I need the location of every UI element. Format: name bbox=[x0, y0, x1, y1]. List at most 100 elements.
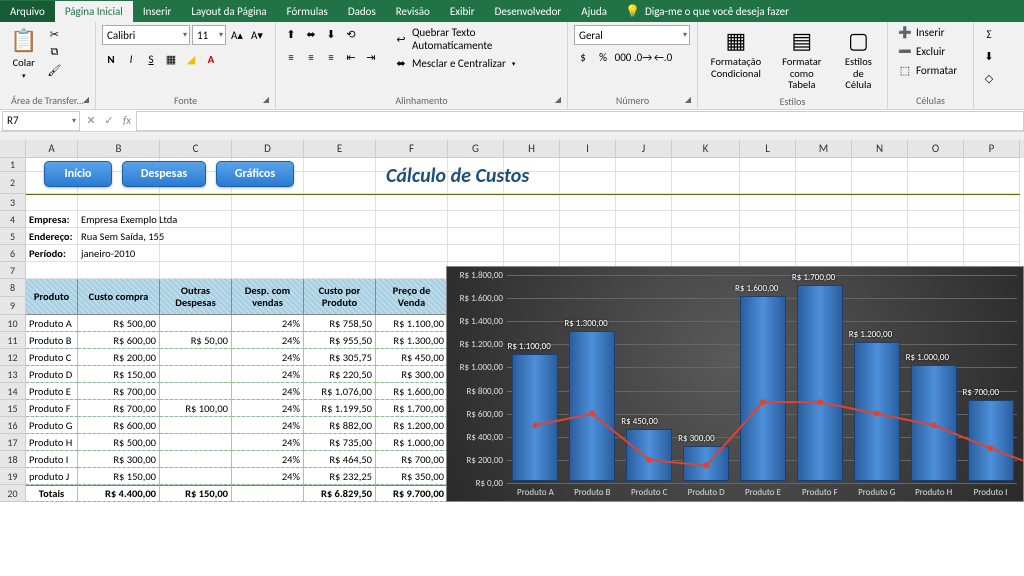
col-header-N[interactable]: N bbox=[852, 140, 908, 158]
table-cell-r0-c3[interactable]: 24% bbox=[232, 315, 304, 332]
cell-N3[interactable] bbox=[852, 194, 908, 211]
table-cell-r2-c3[interactable]: 24% bbox=[232, 349, 304, 366]
col-header-M[interactable]: M bbox=[796, 140, 852, 158]
chart[interactable]: R$ 0,00R$ 200,00R$ 400,00R$ 600,00R$ 800… bbox=[446, 266, 1024, 502]
table-cell-r9-c4[interactable]: R$ 232,25 bbox=[304, 468, 376, 485]
table-cell-r7-c2[interactable] bbox=[160, 434, 232, 451]
row-header-1[interactable]: 1 bbox=[0, 158, 26, 172]
table-cell-r7-c3[interactable]: 24% bbox=[232, 434, 304, 451]
col-header-L[interactable]: L bbox=[740, 140, 796, 158]
cell-P2[interactable] bbox=[964, 172, 1020, 194]
table-cell-r8-c2[interactable] bbox=[160, 451, 232, 468]
table-cell-r4-c4[interactable]: R$ 1.076,00 bbox=[304, 383, 376, 400]
row-header-5[interactable]: 5 bbox=[0, 228, 26, 245]
info-value-1[interactable]: Rua Sem Saída, 155 bbox=[78, 228, 376, 245]
table-cell-r3-c0[interactable]: Produto D bbox=[26, 366, 78, 383]
cells-area[interactable]: InícioDespesasGráficosCálculo de CustosE… bbox=[26, 158, 1024, 502]
table-cell-r5-c3[interactable]: 24% bbox=[232, 400, 304, 417]
table-cell-r5-c4[interactable]: R$ 1.199,50 bbox=[304, 400, 376, 417]
row-header-19[interactable]: 19 bbox=[0, 468, 26, 485]
table-cell-r5-c0[interactable]: Produto F bbox=[26, 400, 78, 417]
table-total-2[interactable]: R$ 150,00 bbox=[160, 485, 232, 502]
percent-button[interactable]: % bbox=[594, 48, 612, 66]
table-cell-r8-c1[interactable]: R$ 300,00 bbox=[78, 451, 160, 468]
table-cell-r1-c5[interactable]: R$ 1.300,00 bbox=[376, 332, 448, 349]
number-format-combo[interactable]: Geral bbox=[574, 25, 690, 45]
cell-P3[interactable] bbox=[964, 194, 1020, 211]
col-header-J[interactable]: J bbox=[616, 140, 672, 158]
tell-me[interactable]: 💡Diga-me o que você deseja fazer bbox=[625, 4, 789, 19]
col-header-D[interactable]: D bbox=[232, 140, 304, 158]
cell-J3[interactable] bbox=[616, 194, 672, 211]
align-top-button[interactable]: ⬆ bbox=[282, 25, 300, 43]
cell-L3[interactable] bbox=[740, 194, 796, 211]
currency-button[interactable]: $ bbox=[574, 48, 592, 66]
cell-N6[interactable] bbox=[852, 245, 908, 262]
table-header-3[interactable]: Desp. com vendas bbox=[232, 279, 304, 315]
col-header-F[interactable]: F bbox=[376, 140, 448, 158]
table-cell-r7-c5[interactable]: R$ 1.000,00 bbox=[376, 434, 448, 451]
tab-help[interactable]: Ajuda bbox=[571, 1, 617, 22]
cell-M5[interactable] bbox=[796, 228, 852, 245]
cell-C3[interactable] bbox=[160, 194, 232, 211]
underline-button[interactable]: S bbox=[142, 50, 160, 68]
copy-button[interactable]: ⧉ bbox=[45, 43, 63, 61]
table-header-2[interactable]: Outras Despesas bbox=[160, 279, 232, 315]
align-right-button[interactable]: ≡ bbox=[322, 48, 340, 66]
cell-G5[interactable] bbox=[448, 228, 504, 245]
grow-font-button[interactable]: A▴ bbox=[228, 26, 246, 44]
cell-I1[interactable] bbox=[560, 158, 616, 172]
col-header-I[interactable]: I bbox=[560, 140, 616, 158]
row-header-11[interactable]: 11 bbox=[0, 332, 26, 349]
cell-D3[interactable] bbox=[232, 194, 304, 211]
row-header-16[interactable]: 16 bbox=[0, 417, 26, 434]
tab-file[interactable]: Arquivo bbox=[0, 1, 55, 22]
table-cell-r3-c5[interactable]: R$ 300,00 bbox=[376, 366, 448, 383]
table-cell-r9-c1[interactable]: R$ 150,00 bbox=[78, 468, 160, 485]
col-header-G[interactable]: G bbox=[448, 140, 504, 158]
bar-4[interactable] bbox=[740, 296, 786, 481]
table-cell-r7-c0[interactable]: Produto H bbox=[26, 434, 78, 451]
cell-P6[interactable] bbox=[964, 245, 1020, 262]
table-cell-r3-c4[interactable]: R$ 220,50 bbox=[304, 366, 376, 383]
orientation-button[interactable]: ⟲ bbox=[342, 25, 360, 43]
align-center-button[interactable]: ≡ bbox=[302, 48, 320, 66]
table-cell-r6-c1[interactable]: R$ 600,00 bbox=[78, 417, 160, 434]
row-header-2[interactable]: 2 bbox=[0, 172, 26, 194]
table-cell-r4-c0[interactable]: Produto E bbox=[26, 383, 78, 400]
row-header-6[interactable]: 6 bbox=[0, 245, 26, 262]
cell-G4[interactable] bbox=[448, 211, 504, 228]
table-cell-r1-c1[interactable]: R$ 600,00 bbox=[78, 332, 160, 349]
table-cell-r6-c5[interactable]: R$ 1.200,00 bbox=[376, 417, 448, 434]
table-cell-r3-c3[interactable]: 24% bbox=[232, 366, 304, 383]
cell-N4[interactable] bbox=[852, 211, 908, 228]
align-left-button[interactable]: ≡ bbox=[282, 48, 300, 66]
autosum-button[interactable]: Σ bbox=[980, 25, 998, 43]
table-cell-r1-c4[interactable]: R$ 955,50 bbox=[304, 332, 376, 349]
table-cell-r8-c3[interactable]: 24% bbox=[232, 451, 304, 468]
bar-8[interactable] bbox=[968, 400, 1014, 481]
table-cell-r3-c2[interactable] bbox=[160, 366, 232, 383]
row-header-13[interactable]: 13 bbox=[0, 366, 26, 383]
cell-F7[interactable] bbox=[376, 262, 448, 279]
table-cell-r5-c5[interactable]: R$ 1.700,00 bbox=[376, 400, 448, 417]
cell-K5[interactable] bbox=[672, 228, 740, 245]
table-cell-r2-c5[interactable]: R$ 450,00 bbox=[376, 349, 448, 366]
table-total-0[interactable]: Totais bbox=[26, 485, 78, 502]
format-table-button[interactable]: ▤Formatar como Tabela bbox=[772, 25, 832, 93]
clipboard-launcher[interactable]: ◢ bbox=[83, 95, 89, 105]
table-cell-r5-c1[interactable]: R$ 700,00 bbox=[78, 400, 160, 417]
cell-L5[interactable] bbox=[740, 228, 796, 245]
select-all-corner[interactable] bbox=[0, 140, 26, 158]
table-cell-r1-c2[interactable]: R$ 50,00 bbox=[160, 332, 232, 349]
table-cell-r6-c4[interactable]: R$ 882,00 bbox=[304, 417, 376, 434]
cell-N5[interactable] bbox=[852, 228, 908, 245]
info-value-2[interactable]: janeiro-2010 bbox=[78, 245, 376, 262]
tab-review[interactable]: Revisão bbox=[386, 1, 440, 22]
row-header-15[interactable]: 15 bbox=[0, 400, 26, 417]
row-header-20[interactable]: 20 bbox=[0, 485, 26, 502]
info-label-1[interactable]: Endereço: bbox=[26, 228, 78, 245]
row-header-12[interactable]: 12 bbox=[0, 349, 26, 366]
table-cell-r0-c5[interactable]: R$ 1.100,00 bbox=[376, 315, 448, 332]
wrap-text-button[interactable]: ↩Quebrar Texto Automaticamente bbox=[390, 25, 561, 53]
